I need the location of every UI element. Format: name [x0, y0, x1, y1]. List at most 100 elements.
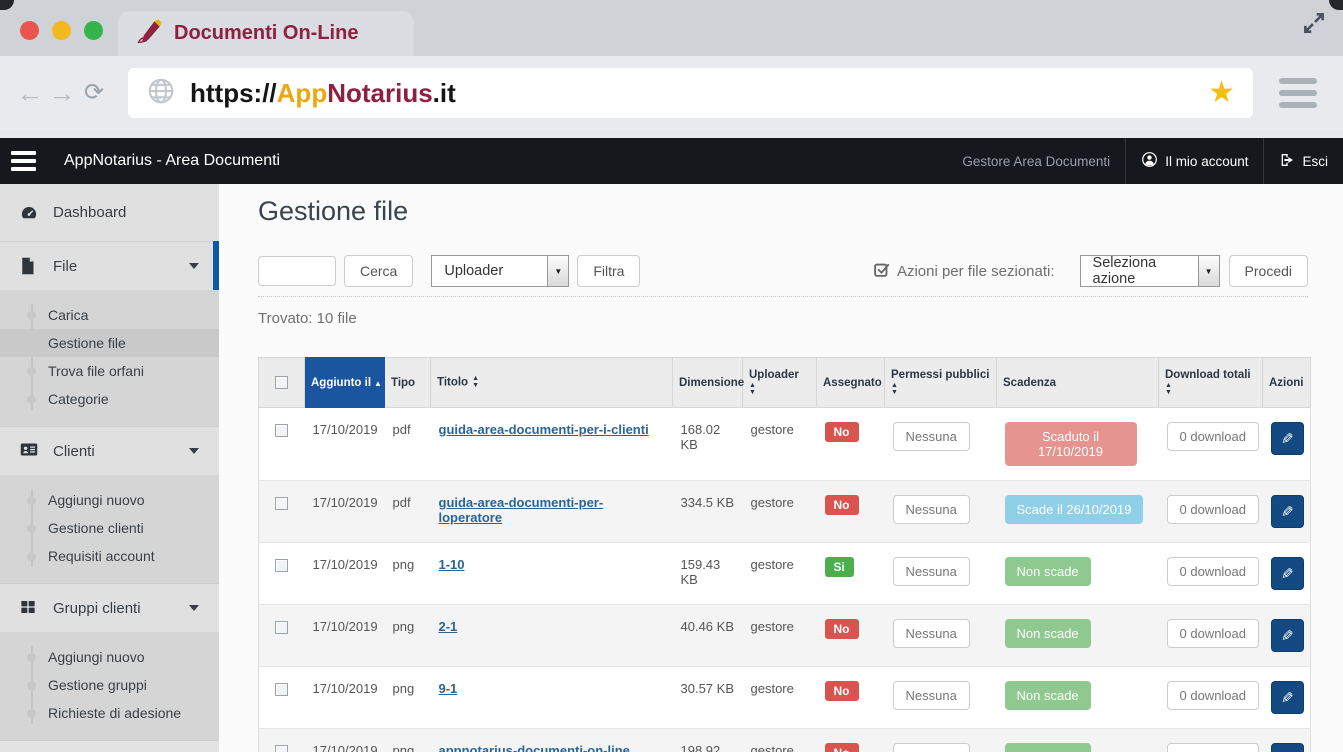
assigned-badge: No [825, 681, 859, 701]
cell-date: 17/10/2019 [305, 408, 385, 481]
bulk-action-select[interactable]: Seleziona azione ▼ [1080, 255, 1220, 287]
bulk-actions-label: Azioni per file sezionati: [873, 261, 1055, 282]
edit-button[interactable]: ✎ [1271, 619, 1304, 652]
header-download-totali[interactable]: Download totali▲▼ [1159, 358, 1263, 408]
sidebar-item-aggiungi-nuovo-cliente[interactable]: Aggiungi nuovo [0, 486, 219, 514]
id-card-icon [20, 442, 38, 460]
my-account-link[interactable]: Il mio account [1125, 138, 1263, 184]
url-text: https://AppNotarius.it [190, 78, 456, 109]
file-title-link[interactable]: 2-1 [439, 619, 458, 634]
permissions-button[interactable]: Nessuna [893, 743, 970, 752]
row-checkbox[interactable] [275, 745, 288, 752]
row-checkbox[interactable] [275, 424, 288, 437]
downloads-button[interactable]: 0 download [1167, 743, 1260, 752]
select-all-checkbox[interactable] [275, 376, 288, 389]
cell-date: 17/10/2019 [305, 605, 385, 667]
file-title-link[interactable]: guida-area-documenti-per-i-clienti [439, 422, 649, 437]
row-checkbox[interactable] [275, 683, 288, 696]
reload-icon[interactable]: ⟳ [78, 81, 110, 105]
cell-size: 334.5 KB [673, 481, 743, 543]
permissions-button[interactable]: Nessuna [893, 495, 970, 524]
file-title-link[interactable]: appnotarius-documenti-on-line [439, 743, 630, 752]
file-title-link[interactable]: guida-area-documenti-per-loperatore [439, 495, 604, 525]
cell-uploader: gestore [743, 543, 817, 605]
permissions-button[interactable]: Nessuna [893, 619, 970, 648]
close-window-button[interactable] [20, 21, 39, 40]
edit-button[interactable]: ✎ [1271, 557, 1304, 590]
sidebar-item-trova-file-orfani[interactable]: Trova file orfani [0, 357, 219, 385]
assigned-badge: No [825, 422, 859, 442]
browser-tab-bar: Documenti On-Line [0, 0, 1343, 56]
search-button[interactable]: Cerca [344, 255, 413, 287]
chevron-down-icon [189, 263, 199, 269]
edit-button[interactable]: ✎ [1271, 681, 1304, 714]
sidebar-item-gestione-file[interactable]: Gestione file [0, 329, 219, 357]
zoom-window-button[interactable] [84, 21, 103, 40]
chevron-down-icon [189, 605, 199, 611]
fullscreen-icon[interactable] [1301, 10, 1327, 41]
cell-type: png [385, 729, 431, 752]
row-checkbox[interactable] [275, 497, 288, 510]
permissions-button[interactable]: Nessuna [893, 681, 970, 710]
sidebar-item-clienti[interactable]: Clienti [0, 426, 219, 475]
row-checkbox[interactable] [275, 621, 288, 634]
permissions-button[interactable]: Nessuna [893, 422, 970, 451]
downloads-button[interactable]: 0 download [1167, 619, 1260, 648]
sort-asc-icon: ▲ [374, 379, 382, 388]
table-row: 17/10/2019pngappnotarius-documenti-on-li… [259, 729, 1311, 752]
downloads-button[interactable]: 0 download [1167, 681, 1260, 710]
browser-menu-icon[interactable] [1279, 78, 1317, 108]
sidebar-item-gestione-gruppi[interactable]: Gestione gruppi [0, 671, 219, 699]
uploader-select[interactable]: Uploader ▼ [431, 255, 569, 287]
header-permessi-pubblici[interactable]: Permessi pubblici▲▼ [885, 358, 997, 408]
edit-button[interactable]: ✎ [1271, 743, 1304, 752]
sidebar-item-requisiti-account[interactable]: Requisiti account [0, 542, 219, 570]
edit-button[interactable]: ✎ [1271, 422, 1304, 455]
header-aggiunto-il[interactable]: Aggiunto il▲ [305, 358, 385, 408]
downloads-button[interactable]: 0 download [1167, 557, 1260, 586]
table-header-row: Aggiunto il▲ Tipo Titolo▲▼ Dimensione Up… [259, 358, 1311, 408]
expiry-badge: Non scade [1005, 743, 1091, 752]
cell-type: png [385, 543, 431, 605]
browser-tab[interactable]: Documenti On-Line [118, 11, 414, 56]
header-select-all [259, 358, 305, 408]
downloads-button[interactable]: 0 download [1167, 495, 1260, 524]
proceed-button[interactable]: Procedi [1229, 255, 1308, 287]
sidebar: Dashboard File Carica Gestione [0, 184, 219, 752]
filter-button[interactable]: Filtra [577, 255, 640, 287]
file-table: Aggiunto il▲ Tipo Titolo▲▼ Dimensione Up… [258, 357, 1311, 752]
sidebar-item-richieste-di-adesione[interactable]: Richieste di adesione [0, 699, 219, 727]
cell-date: 17/10/2019 [305, 481, 385, 543]
sidebar-item-file[interactable]: File [0, 241, 219, 290]
url-bar[interactable]: https://AppNotarius.it ★ [128, 68, 1253, 118]
downloads-button[interactable]: 0 download [1167, 422, 1260, 451]
edit-button[interactable]: ✎ [1271, 495, 1304, 528]
bookmark-star-icon[interactable]: ★ [1208, 78, 1235, 108]
forward-icon[interactable]: → [46, 80, 78, 107]
logout-link[interactable]: Esci [1263, 138, 1343, 184]
permissions-button[interactable]: Nessuna [893, 557, 970, 586]
cell-size: 198.92 KB [673, 729, 743, 752]
header-scadenza: Scadenza [997, 358, 1159, 408]
header-uploader[interactable]: Uploader▲▼ [743, 358, 817, 408]
sidebar-item-categorie[interactable]: Categorie [0, 385, 219, 413]
back-icon[interactable]: ← [14, 80, 46, 107]
sidebar-item-carica[interactable]: Carica [0, 301, 219, 329]
file-title-link[interactable]: 1-10 [439, 557, 465, 572]
sidebar-item-dashboard[interactable]: Dashboard [0, 184, 219, 241]
header-titolo[interactable]: Titolo▲▼ [431, 358, 673, 408]
sidebar-item-gruppi-clienti[interactable]: Gruppi clienti [0, 583, 219, 632]
expiry-badge: Non scade [1005, 557, 1091, 586]
file-title-link[interactable]: 9-1 [439, 681, 458, 696]
table-row: 17/10/2019pdfguida-area-documenti-per-lo… [259, 481, 1311, 543]
sidebar-item-gestione-clienti[interactable]: Gestione clienti [0, 514, 219, 542]
select-arrow-icon: ▼ [547, 256, 568, 286]
search-input[interactable] [258, 256, 336, 286]
row-checkbox[interactable] [275, 559, 288, 572]
sidebar-item-aggiungi-nuovo-gruppo[interactable]: Aggiungi nuovo [0, 643, 219, 671]
expiry-badge: Non scade [1005, 619, 1091, 648]
sidebar-toggle-icon[interactable] [0, 138, 48, 184]
minimize-window-button[interactable] [52, 21, 71, 40]
cell-size: 159.43 KB [673, 543, 743, 605]
assigned-badge: Si [825, 557, 854, 577]
